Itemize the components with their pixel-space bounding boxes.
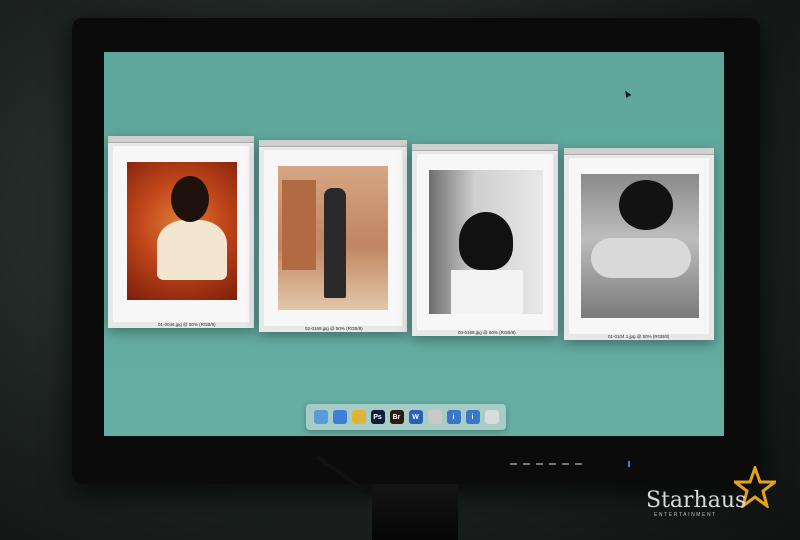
monitor-buttons[interactable] bbox=[510, 463, 582, 465]
monitor-button[interactable] bbox=[523, 463, 530, 465]
photo-image bbox=[278, 166, 388, 310]
document-caption: 01-0046.jpg @ 50% (RGB/8) bbox=[158, 322, 216, 327]
monitor-button[interactable] bbox=[510, 463, 517, 465]
document-titlebar[interactable] bbox=[564, 148, 714, 155]
document-canvas[interactable] bbox=[417, 154, 553, 330]
document-window-3[interactable]: 03-0169.jpg @ 50% (RGB/8) bbox=[412, 144, 558, 336]
info-app-2-icon[interactable]: i bbox=[465, 410, 480, 424]
word-icon[interactable]: W bbox=[408, 410, 423, 424]
document-canvas[interactable] bbox=[113, 146, 249, 322]
photo-subject-head bbox=[459, 212, 513, 270]
mouse-cursor bbox=[622, 88, 632, 99]
photo-image bbox=[429, 170, 543, 314]
document-window-1[interactable]: 01-0046.jpg @ 50% (RGB/8) bbox=[108, 136, 254, 328]
power-led bbox=[628, 461, 630, 467]
photo-subject-head bbox=[619, 180, 673, 230]
monitor-button[interactable] bbox=[549, 463, 556, 465]
pencil-app-icon[interactable] bbox=[427, 410, 442, 424]
document-titlebar[interactable] bbox=[412, 144, 558, 151]
monitor-stand bbox=[372, 484, 458, 540]
document-caption: 01-0104 1.jpg @ 50% (RGB/8) bbox=[608, 334, 670, 339]
photo-subject bbox=[324, 188, 346, 298]
document-caption: 02-0169.jpg @ 50% (RGB/8) bbox=[305, 326, 363, 331]
photo-subject-body bbox=[451, 270, 523, 314]
document-titlebar[interactable] bbox=[108, 136, 254, 143]
info-app-icon[interactable]: i bbox=[446, 410, 461, 424]
desktop-screen: 01-0046.jpg @ 50% (RGB/8) 02-0169.jpg @ … bbox=[104, 52, 724, 436]
photo-subject-head bbox=[171, 176, 209, 222]
safari-icon[interactable] bbox=[332, 410, 347, 424]
finder-icon[interactable] bbox=[313, 410, 328, 424]
photoshop-icon[interactable]: Ps bbox=[370, 410, 385, 424]
document-canvas[interactable] bbox=[264, 150, 402, 326]
photo-image bbox=[581, 174, 699, 318]
document-caption: 03-0169.jpg @ 50% (RGB/8) bbox=[458, 330, 516, 335]
chrome-icon[interactable] bbox=[351, 410, 366, 424]
monitor-button[interactable] bbox=[536, 463, 543, 465]
photo-panel bbox=[282, 180, 316, 270]
document-window-4[interactable]: 01-0104 1.jpg @ 50% (RGB/8) bbox=[564, 148, 714, 340]
brand-tagline: ENTERTAINMENT bbox=[654, 512, 717, 518]
photo-image bbox=[127, 162, 237, 300]
monitor-button[interactable] bbox=[575, 463, 582, 465]
photo-subject-arm bbox=[591, 238, 691, 278]
brand-watermark: Starhaus ENTERTAINMENT bbox=[646, 466, 782, 522]
document-canvas[interactable] bbox=[569, 158, 709, 334]
monitor-button[interactable] bbox=[562, 463, 569, 465]
dock: Ps Br Wi i bbox=[306, 404, 506, 430]
photo-subject bbox=[157, 220, 227, 280]
document-window-2[interactable]: 02-0169.jpg @ 50% (RGB/8) bbox=[259, 140, 407, 332]
bridge-icon[interactable]: Br bbox=[389, 410, 404, 424]
document-titlebar[interactable] bbox=[259, 140, 407, 147]
brand-name: Starhaus bbox=[646, 488, 747, 513]
trash-icon[interactable] bbox=[484, 410, 499, 424]
